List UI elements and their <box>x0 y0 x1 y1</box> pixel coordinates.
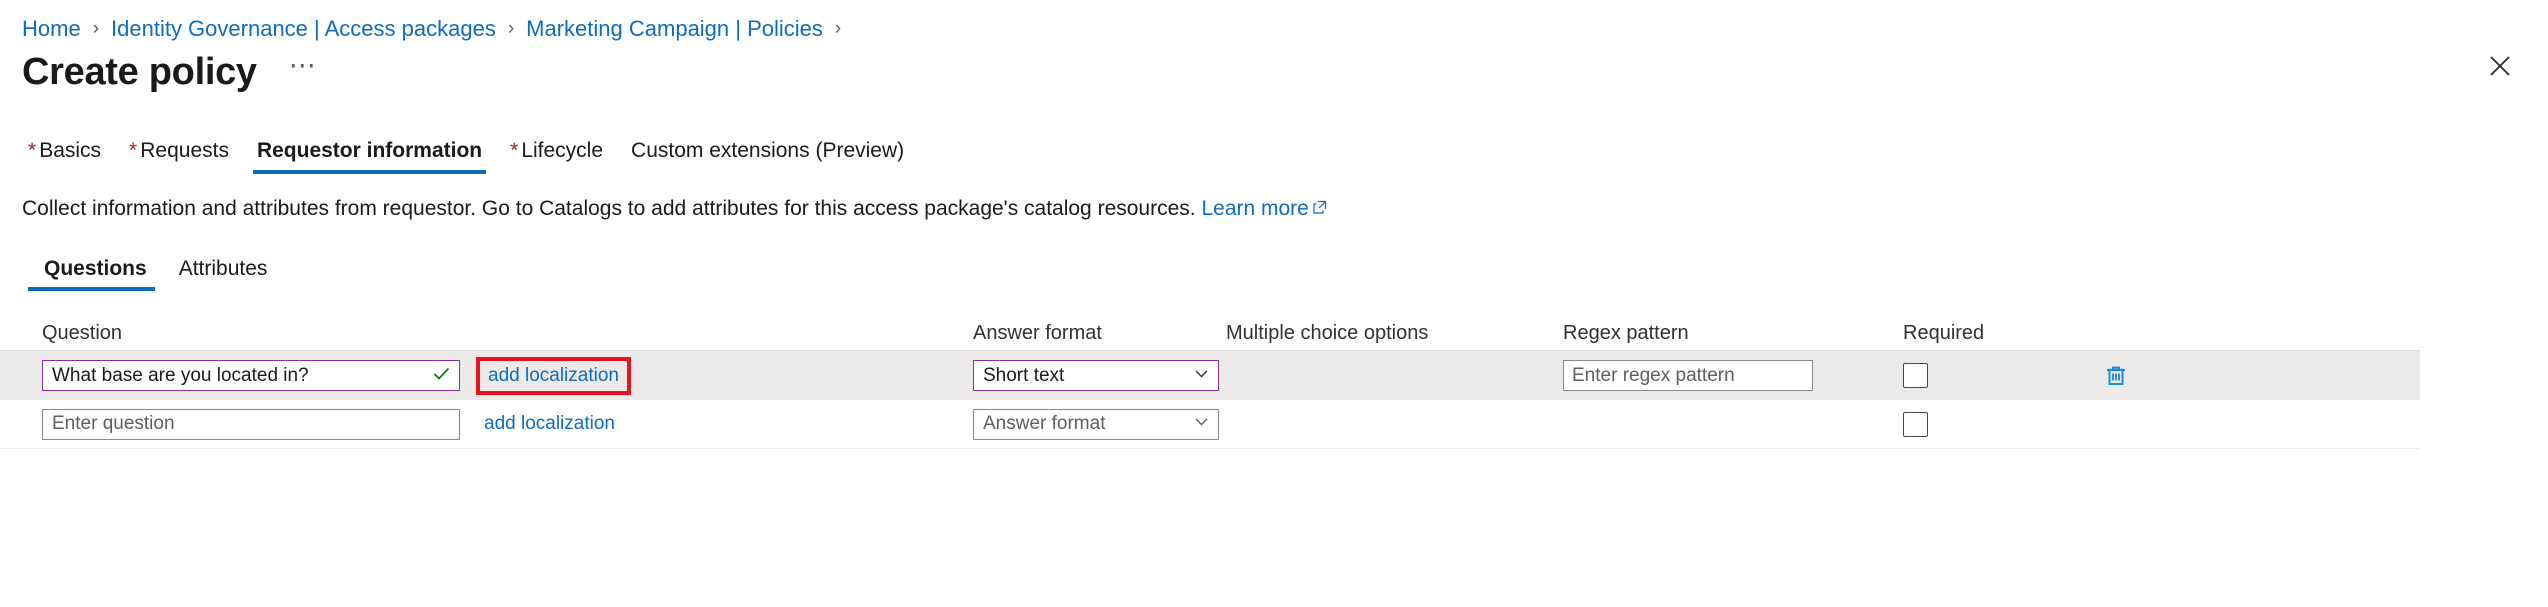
answer-format-cell: Answer format <box>970 409 1220 440</box>
answer-format-cell: Short text <box>970 360 1220 391</box>
main-tabs: *Basics *Requests Requestor information … <box>0 132 2548 174</box>
tab-label: Lifecycle <box>521 139 603 162</box>
answer-format-select-wrapper: Answer format <box>973 409 1219 440</box>
column-header-required: Required <box>1900 313 2090 350</box>
required-checkbox[interactable] <box>1903 412 1928 437</box>
column-header-answer-format: Answer format <box>970 313 1220 350</box>
tab-lifecycle[interactable]: *Lifecycle <box>496 139 617 174</box>
column-header-regex-pattern: Regex pattern <box>1560 313 1900 350</box>
tab-label: Requestor information <box>257 139 482 162</box>
learn-more-link[interactable]: Learn more <box>1201 197 1308 220</box>
breadcrumb-separator: › <box>93 18 99 40</box>
external-link-icon <box>1313 196 1327 220</box>
question-input[interactable] <box>42 360 460 391</box>
required-cell <box>1900 412 2090 437</box>
breadcrumb-item-home[interactable]: Home <box>22 16 81 42</box>
answer-format-value: Short text <box>983 365 1064 387</box>
answer-format-select[interactable]: Short text <box>973 360 1219 391</box>
questions-table: Question Answer format Multiple choice o… <box>0 313 2420 449</box>
required-checkbox[interactable] <box>1903 363 1928 388</box>
answer-format-value: Answer format <box>983 413 1105 435</box>
regex-input[interactable] <box>1563 360 1813 391</box>
close-icon[interactable] <box>2478 44 2522 88</box>
tab-requestor-information[interactable]: Requestor information <box>243 139 496 174</box>
column-header-question: Question <box>0 313 970 350</box>
answer-format-select-wrapper: Short text <box>973 360 1219 391</box>
required-asterisk: * <box>510 139 518 162</box>
tab-basics[interactable]: *Basics <box>14 139 115 174</box>
question-cell: add localization <box>0 409 970 440</box>
answer-format-select[interactable]: Answer format <box>973 409 1219 440</box>
add-localization-link[interactable]: add localization <box>486 363 621 389</box>
tab-label: Basics <box>39 139 101 162</box>
add-localization-link[interactable]: add localization <box>482 411 617 436</box>
column-header-multiple-choice: Multiple choice options <box>1220 313 1560 350</box>
breadcrumb-item-marketing-campaign[interactable]: Marketing Campaign | Policies <box>526 16 823 42</box>
subtab-questions[interactable]: Questions <box>28 257 163 291</box>
table-row: add localization Answer format <box>0 400 2420 449</box>
question-input[interactable] <box>42 409 460 440</box>
breadcrumb-separator: › <box>835 18 841 40</box>
breadcrumb: Home › Identity Governance | Access pack… <box>0 0 2548 40</box>
title-bar: Create policy ⋯ <box>0 40 2548 98</box>
required-cell <box>1900 363 2090 388</box>
required-asterisk: * <box>28 139 36 162</box>
question-input-wrapper <box>42 409 460 440</box>
tab-label: Custom extensions (Preview) <box>631 139 904 162</box>
more-options-button[interactable]: ⋯ <box>281 54 325 76</box>
column-header-actions <box>2090 313 2380 350</box>
question-cell: add localization <box>0 357 970 395</box>
description-text: Collect information and attributes from … <box>0 174 2548 221</box>
required-asterisk: * <box>129 139 137 162</box>
subtab-attributes[interactable]: Attributes <box>163 257 284 291</box>
table-row: add localization Short text <box>0 351 2420 400</box>
tab-label: Requests <box>140 139 229 162</box>
tab-custom-extensions[interactable]: Custom extensions (Preview) <box>617 139 918 174</box>
regex-cell <box>1560 360 1900 391</box>
table-header-row: Question Answer format Multiple choice o… <box>0 313 2420 351</box>
subtab-label: Questions <box>44 257 147 280</box>
add-localization-wrapper: add localization <box>482 413 617 435</box>
page-title: Create policy <box>22 51 257 94</box>
sub-tabs: Questions Attributes <box>0 251 2548 291</box>
delete-icon[interactable] <box>2099 359 2133 393</box>
description-body: Collect information and attributes from … <box>22 197 1196 220</box>
subtab-label: Attributes <box>179 257 268 280</box>
breadcrumb-separator: › <box>508 18 514 40</box>
row-actions-cell <box>2090 359 2380 393</box>
tab-requests[interactable]: *Requests <box>115 139 243 174</box>
breadcrumb-item-identity-governance[interactable]: Identity Governance | Access packages <box>111 16 496 42</box>
question-input-wrapper <box>42 360 460 391</box>
add-localization-highlight: add localization <box>476 357 631 395</box>
